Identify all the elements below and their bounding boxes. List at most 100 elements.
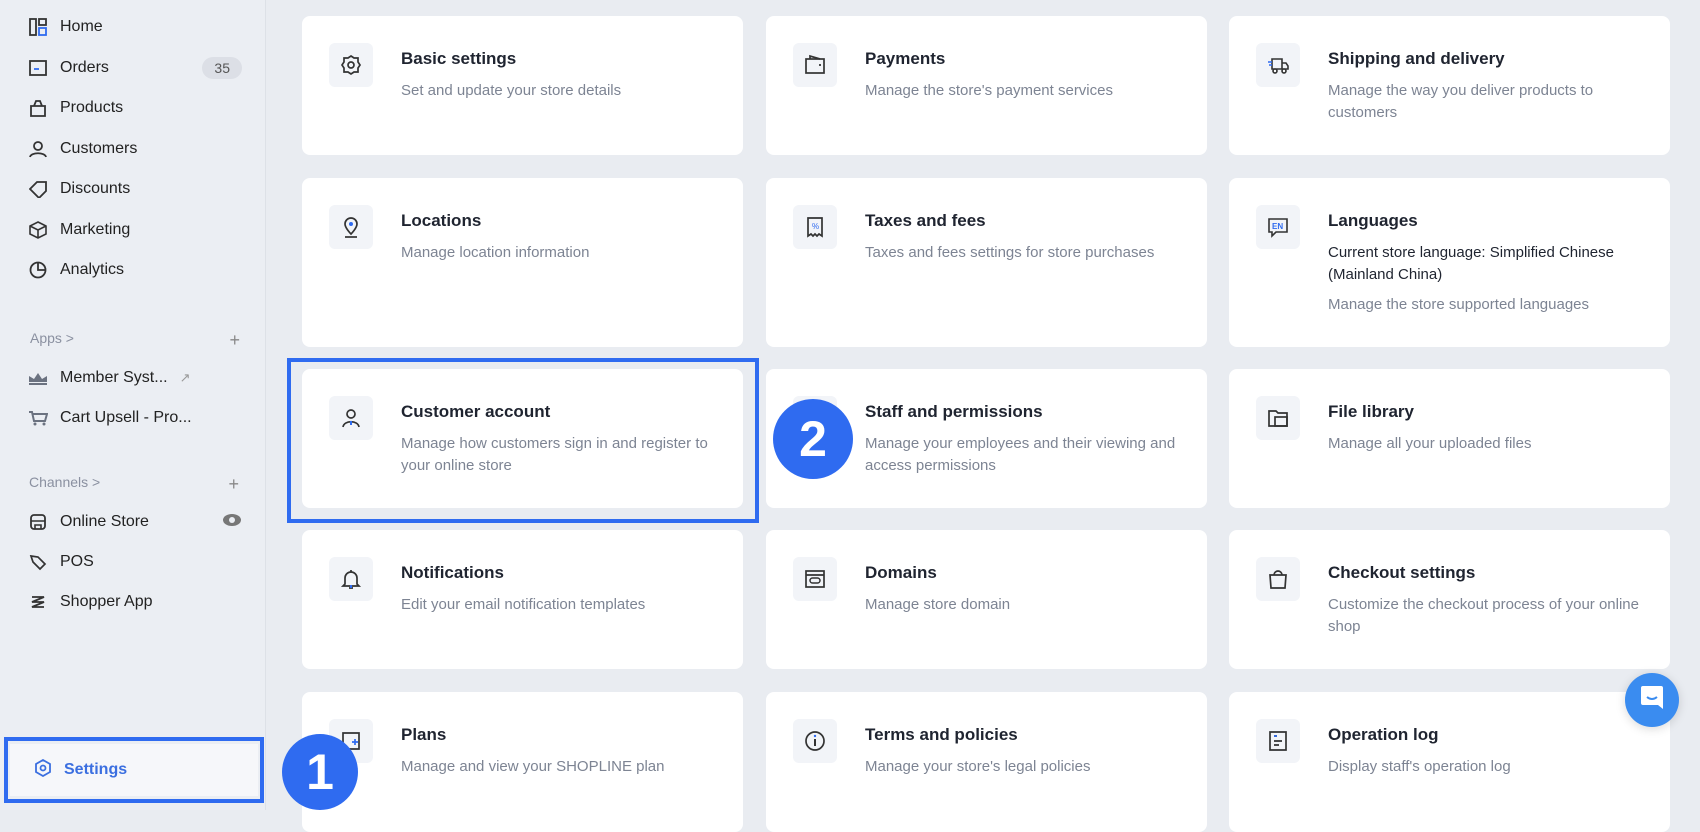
settings-card-locations[interactable]: Locations Manage location information [302, 178, 743, 347]
crown-icon [28, 368, 48, 388]
layers-icon [28, 592, 48, 612]
card-description: Manage the way you deliver products to c… [1328, 82, 1594, 121]
card-title: Locations [401, 211, 482, 230]
card-title: Operation log [1328, 725, 1439, 744]
location-pin-icon [329, 205, 373, 249]
sidebar-channel-pos[interactable]: POS [28, 552, 242, 572]
card-description: Manage and view your SHOPLINE plan [401, 758, 665, 775]
channels-label: Channels > [29, 474, 101, 490]
card-description: Edit your email notification templates [401, 596, 646, 613]
settings-card-checkout-settings[interactable]: Checkout settings Customize the checkout … [1229, 530, 1670, 669]
sidebar-item-customers[interactable]: Customers [28, 139, 242, 159]
person-icon [28, 139, 48, 159]
settings-card-operation-log[interactable]: Operation log Display staff's operation l… [1229, 692, 1670, 832]
sidebar-item-label: Online Store [60, 513, 149, 530]
settings-card-taxes-and-fees[interactable]: % Taxes and fees Taxes and fees settings f… [766, 178, 1207, 347]
sidebar-item-label: Marketing [60, 221, 131, 238]
card-description: Set and update your store details [401, 82, 622, 99]
orders-count-badge: 35 [202, 57, 242, 79]
card-description: Display staff's operation log [1328, 758, 1511, 775]
add-channel-icon[interactable]: + [228, 474, 239, 495]
sidebar-item-products[interactable]: Products [28, 98, 242, 118]
sidebar-item-home[interactable]: Home [28, 17, 242, 37]
sidebar-item-label: Home [60, 18, 103, 35]
chat-support-button[interactable] [1625, 673, 1679, 727]
sidebar-item-discounts[interactable]: Discounts [28, 179, 242, 199]
sidebar-item-label: Analytics [60, 261, 125, 278]
add-app-icon[interactable]: + [229, 330, 240, 351]
settings-card-languages[interactable]: EN Languages Current store language: Simpl… [1229, 178, 1670, 347]
pie-chart-icon [28, 260, 48, 280]
sidebar-app-cart-upsell[interactable]: Cart Upsell - Pro... [28, 408, 242, 428]
sidebar-item-orders[interactable]: Orders 35 [28, 57, 242, 79]
card-title: Checkout settings [1328, 563, 1476, 582]
wallet-icon [793, 43, 837, 87]
folder-icon [1256, 396, 1300, 440]
log-icon [1256, 719, 1300, 763]
step-marker-2: 2 [773, 399, 853, 479]
card-description: Manage your employees and their viewing … [865, 435, 1176, 474]
sidebar-item-label: Shopper App [60, 593, 153, 610]
settings-card-plans[interactable]: Plans Manage and view your SHOPLINE plan [302, 692, 743, 832]
domain-icon [793, 557, 837, 601]
tag-icon [28, 179, 48, 199]
gear-icon [329, 43, 373, 87]
cart-icon [28, 408, 48, 428]
card-title: Taxes and fees [865, 211, 986, 230]
channels-section-header[interactable]: Channels > + [29, 474, 239, 495]
settings-card-terms-and-policies[interactable]: Terms and policies Manage your store's le… [766, 692, 1207, 832]
card-description: Customize the checkout process of your o… [1328, 596, 1639, 635]
card-title: Languages [1328, 211, 1418, 230]
orders-icon [28, 58, 48, 78]
card-description: Manage location information [401, 244, 590, 261]
card-description: Manage the store's payment services [865, 82, 1113, 99]
card-title: Basic settings [401, 49, 517, 68]
eye-icon[interactable] [222, 513, 242, 532]
sidebar-item-label: Products [60, 99, 124, 116]
cube-icon [28, 220, 48, 240]
sidebar-item-label: Orders [60, 59, 109, 76]
card-description: Manage the store supported languages [1328, 296, 1590, 313]
card-title: Payments [865, 49, 946, 68]
svg-text:%: % [812, 222, 819, 231]
card-title: Plans [401, 725, 447, 744]
sidebar-item-analytics[interactable]: Analytics [28, 260, 242, 280]
bag-icon [28, 98, 48, 118]
sidebar-item-label: Cart Upsell - Pro... [60, 409, 192, 426]
dashboard-icon [28, 17, 48, 37]
store-icon [28, 512, 48, 532]
receipt-icon: % [793, 205, 837, 249]
shopping-bag-icon [1256, 557, 1300, 601]
highlight-customer-account [287, 358, 759, 523]
settings-icon [34, 758, 52, 782]
external-link-icon[interactable]: ↗ [180, 370, 191, 386]
sidebar-item-settings[interactable]: Settings [4, 737, 264, 803]
card-description: Manage your store's legal policies [865, 758, 1091, 775]
card-title: Terms and policies [865, 725, 1018, 744]
card-title: Shipping and delivery [1328, 49, 1505, 68]
svg-text:EN: EN [1272, 222, 1283, 231]
settings-card-domains[interactable]: Domains Manage store domain [766, 530, 1207, 669]
settings-card-payments[interactable]: Payments Manage the store's payment servi… [766, 16, 1207, 155]
sidebar-channel-online-store[interactable]: Online Store [28, 512, 242, 532]
sidebar-item-marketing[interactable]: Marketing [28, 220, 242, 240]
step-marker-1: 1 [282, 734, 358, 810]
sidebar-item-label: POS [60, 553, 94, 570]
settings-card-shipping-and-delivery[interactable]: Shipping and delivery Manage the way you … [1229, 16, 1670, 155]
sidebar-app-member-system[interactable]: Member Syst... ↗ [28, 368, 242, 388]
card-description: Taxes and fees settings for store purcha… [865, 244, 1155, 261]
card-title: Staff and permissions [865, 402, 1043, 421]
settings-card-notifications[interactable]: Notifications Edit your email notificatio… [302, 530, 743, 669]
settings-card-file-library[interactable]: File library Manage all your uploaded fil… [1229, 369, 1670, 508]
apps-section-header[interactable]: Apps > + [30, 330, 240, 351]
sidebar-item-label: Customers [60, 140, 138, 157]
settings-card-basic-settings[interactable]: Basic settings Set and update your store … [302, 16, 743, 155]
sidebar: Home Orders 35 Products Customers Discoun… [0, 0, 266, 810]
card-title: Domains [865, 563, 937, 582]
current-language: Current store language: Simplified Chine… [1328, 244, 1614, 283]
truck-icon [1256, 43, 1300, 87]
bell-icon [329, 557, 373, 601]
apps-label: Apps > [30, 330, 74, 346]
sidebar-channel-shopper-app[interactable]: Shopper App [28, 592, 242, 612]
card-title: File library [1328, 402, 1414, 421]
